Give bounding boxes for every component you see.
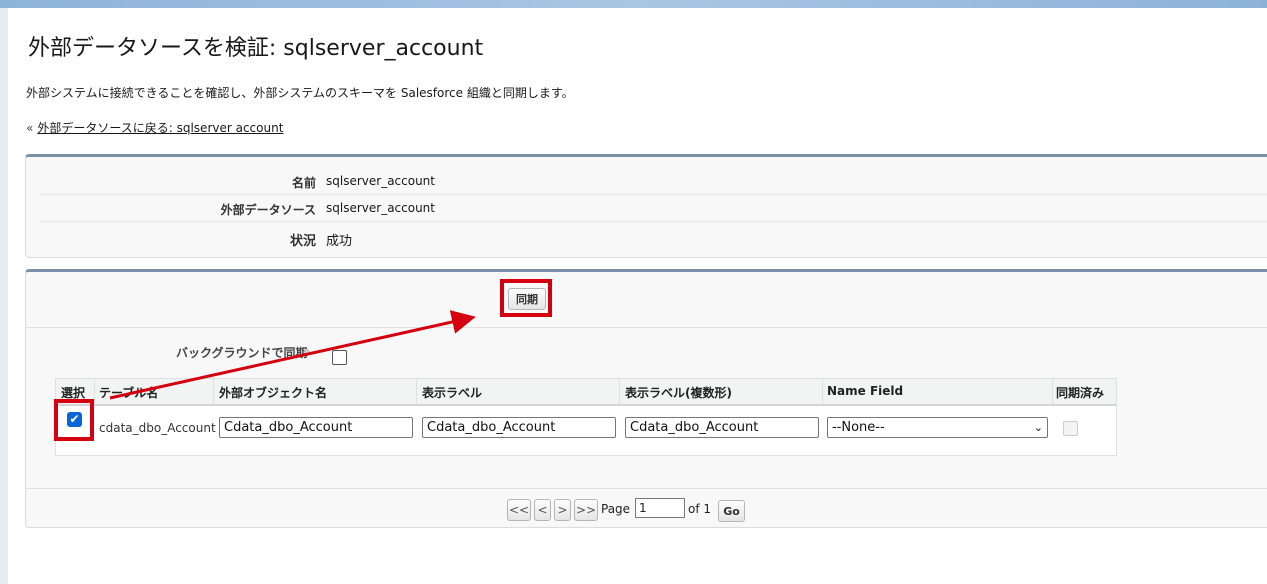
go-button[interactable]: Go	[718, 500, 745, 522]
synced-checkbox	[1063, 421, 1078, 436]
object-table: 選択 テーブル名 外部オブジェクト名 表示ラベル 表示ラベル(複数形) Name…	[54, 378, 1117, 456]
name-label: 名前	[291, 176, 316, 190]
header-background	[0, 0, 1267, 8]
background-sync-label: バックグラウンドで同期	[176, 346, 308, 360]
header-object-name: 外部オブジェクト名	[219, 386, 328, 400]
column-divider	[94, 379, 95, 404]
source-label: 外部データソース	[220, 203, 316, 217]
chevron-down-icon: ⌄	[1033, 421, 1043, 434]
first-page-button[interactable]: <<	[507, 499, 531, 521]
sync-button-bar: 同期	[26, 272, 1267, 328]
info-row-status: 状況 成功	[40, 221, 1267, 249]
page-number-input[interactable]: 1	[635, 498, 685, 518]
select-checkbox[interactable]: ✔	[67, 412, 82, 427]
last-page-button[interactable]: >>	[574, 499, 598, 521]
label-input[interactable]: Cdata_dbo_Account	[422, 417, 616, 438]
prev-page-button[interactable]: <	[534, 499, 551, 521]
name-field-select[interactable]: --None-- ⌄	[827, 417, 1048, 438]
header-table-name: テーブル名	[99, 386, 159, 400]
back-link-row: «外部データソースに戻る: sqlserver account	[26, 119, 283, 136]
page-description: 外部システムに接続できることを確認し、外部システムのスキーマを Salesfor…	[26, 86, 574, 100]
header-label: 表示ラベル	[422, 386, 483, 400]
help-icon[interactable]	[304, 349, 310, 355]
column-divider	[416, 379, 417, 404]
header-name-field: Name Field	[827, 384, 904, 398]
table-header: 選択 テーブル名 外部オブジェクト名 表示ラベル 表示ラベル(複数形) Name…	[56, 379, 1116, 406]
next-page-button[interactable]: >	[554, 499, 571, 521]
page-total: of 1	[688, 502, 712, 516]
source-value: sqlserver_account	[326, 201, 435, 215]
sync-button[interactable]: 同期	[508, 288, 546, 310]
sync-panel: 同期 バックグラウンドで同期 選択 テーブル名 外部オブジェクト名 表示ラベル …	[25, 269, 1267, 528]
double-chevron-left-icon: «	[26, 121, 34, 135]
name-value: sqlserver_account	[326, 174, 435, 188]
table-name-cell: cdata_dbo_Account	[99, 421, 216, 435]
name-field-value: --None--	[832, 420, 885, 435]
header-synced: 同期済み	[1056, 386, 1105, 400]
plural-label-input[interactable]: Cdata_dbo_Account	[625, 417, 819, 438]
page-title: 外部データソースを検証: sqlserver_account	[28, 36, 484, 61]
status-label: 状況	[289, 234, 316, 249]
background-sync-checkbox[interactable]	[332, 350, 347, 365]
object-name-input[interactable]: Cdata_dbo_Account	[219, 417, 413, 438]
main-page: 外部データソースを検証: sqlserver_account 外部システムに接続…	[8, 8, 1267, 584]
info-row-name: 名前 sqlserver_account	[40, 167, 1267, 195]
pagination: << < > >> Page 1 of 1 Go	[26, 488, 1267, 529]
status-value: 成功	[326, 234, 353, 249]
header-plural-label: 表示ラベル(複数形)	[625, 386, 732, 400]
info-row-source: 外部データソース sqlserver_account	[40, 194, 1267, 222]
column-divider	[822, 379, 823, 404]
column-divider	[213, 379, 214, 404]
detail-panel: 名前 sqlserver_account 外部データソース sqlserver_…	[25, 154, 1267, 258]
back-to-data-source-link[interactable]: 外部データソースに戻る: sqlserver account	[37, 121, 283, 135]
page-label: Page	[601, 502, 631, 516]
background-sync-row: バックグラウンドで同期	[26, 342, 426, 365]
column-divider	[619, 379, 620, 404]
column-divider	[1052, 379, 1053, 404]
